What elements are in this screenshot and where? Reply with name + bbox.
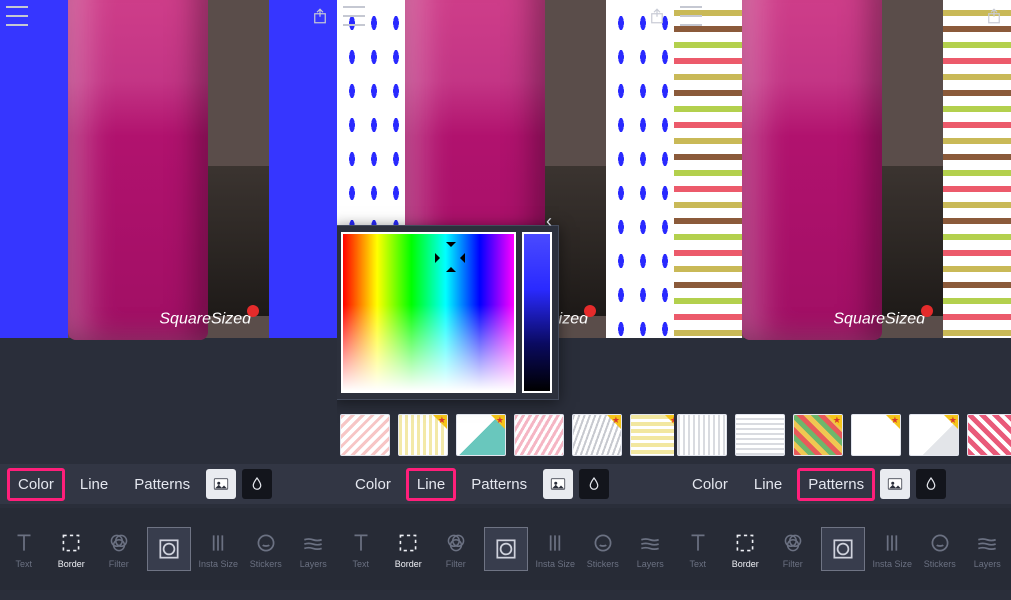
tool-shape[interactable]: [147, 527, 191, 571]
pattern-thumb[interactable]: ★: [851, 414, 901, 456]
watermark: SquareSized: [159, 305, 259, 328]
tab-color[interactable]: Color: [345, 469, 401, 500]
share-icon[interactable]: [983, 6, 1005, 26]
pattern-thumb[interactable]: ★: [909, 414, 959, 456]
preview-area: SquareSized: [0, 0, 337, 338]
picker-cursor[interactable]: [439, 246, 461, 268]
watermark: SquareSized: [833, 305, 933, 328]
pattern-thumb[interactable]: [967, 414, 1011, 456]
pattern-thumb[interactable]: ★: [456, 414, 506, 456]
tool-layers[interactable]: Layers: [627, 530, 675, 569]
tool-instasize[interactable]: Insta Size: [195, 530, 243, 569]
pattern-thumb[interactable]: ★: [793, 414, 843, 456]
tool-filter[interactable]: Filter: [769, 530, 817, 569]
photo[interactable]: SquareSized: [742, 0, 943, 338]
image-picker-icon[interactable]: [206, 469, 236, 499]
tab-color[interactable]: Color: [682, 469, 738, 500]
subtab-row: Color Line Patterns: [674, 464, 1011, 504]
tool-border[interactable]: Border: [722, 530, 770, 569]
panel-line: SquareSized ‹: [337, 0, 674, 600]
photo[interactable]: SquareSized: [68, 0, 269, 338]
border-right: [269, 0, 337, 338]
border-left: [0, 0, 68, 338]
eyedropper-icon[interactable]: [579, 469, 609, 499]
tool-instasize[interactable]: Insta Size: [532, 530, 580, 569]
tool-shape[interactable]: [821, 527, 865, 571]
pattern-thumb[interactable]: [514, 414, 564, 456]
toolbar: Text Border Filter Insta Size Stickers L…: [337, 508, 674, 590]
tab-color[interactable]: Color: [8, 469, 64, 500]
border-left: [674, 0, 742, 338]
tool-border[interactable]: Border: [385, 530, 433, 569]
subtab-row: Color Line Patterns: [0, 464, 337, 504]
panel-color: SquareSized Color Line Patterns: [0, 0, 337, 600]
saturation-field[interactable]: [341, 232, 516, 393]
toolbar: Text Border Filter Insta Size Stickers L…: [674, 508, 1011, 590]
tool-text[interactable]: Text: [0, 530, 48, 569]
image-picker-icon[interactable]: [880, 469, 910, 499]
app-root: SquareSized Color Line Patterns: [0, 0, 1011, 600]
tool-layers[interactable]: Layers: [290, 530, 338, 569]
color-picker[interactable]: ‹: [337, 225, 559, 400]
close-icon[interactable]: ‹: [542, 214, 556, 228]
tool-border[interactable]: Border: [48, 530, 96, 569]
pattern-thumb[interactable]: [735, 414, 785, 456]
tool-text[interactable]: Text: [337, 530, 385, 569]
share-icon[interactable]: [309, 6, 331, 26]
hue-slider[interactable]: [522, 232, 552, 393]
tool-shape[interactable]: [484, 527, 528, 571]
toolbar: Text Border Filter Insta Size Stickers L…: [0, 508, 337, 590]
menu-icon[interactable]: [343, 6, 365, 26]
pattern-thumbs: ★ ★ ★: [677, 414, 1008, 456]
eyedropper-icon[interactable]: [916, 469, 946, 499]
menu-icon[interactable]: [6, 6, 28, 26]
tool-text[interactable]: Text: [674, 530, 722, 569]
eyedropper-icon[interactable]: [242, 469, 272, 499]
tab-line[interactable]: Line: [407, 469, 455, 500]
border-right: [606, 0, 674, 338]
menu-icon[interactable]: [680, 6, 702, 26]
pattern-thumb[interactable]: [340, 414, 390, 456]
tool-filter[interactable]: Filter: [95, 530, 143, 569]
tab-line[interactable]: Line: [744, 469, 792, 500]
tab-line[interactable]: Line: [70, 469, 118, 500]
subtab-row: Color Line Patterns: [337, 464, 674, 504]
tool-layers[interactable]: Layers: [964, 530, 1011, 569]
tool-instasize[interactable]: Insta Size: [869, 530, 917, 569]
tool-stickers[interactable]: Stickers: [242, 530, 290, 569]
pattern-thumbs: ★ ★ ★ ★: [340, 414, 671, 456]
share-icon[interactable]: [646, 6, 668, 26]
panel-patterns: SquareSized ★ ★ ★ Color Line Patterns: [674, 0, 1011, 600]
pattern-thumb[interactable]: ★: [630, 414, 674, 456]
tool-filter[interactable]: Filter: [432, 530, 480, 569]
tab-patterns[interactable]: Patterns: [461, 469, 537, 500]
border-right: [943, 0, 1011, 338]
tool-stickers[interactable]: Stickers: [579, 530, 627, 569]
tool-stickers[interactable]: Stickers: [916, 530, 964, 569]
pattern-thumb[interactable]: [677, 414, 727, 456]
tab-patterns[interactable]: Patterns: [798, 469, 874, 500]
preview-area: SquareSized: [674, 0, 1011, 338]
pattern-thumb[interactable]: ★: [398, 414, 448, 456]
tab-patterns[interactable]: Patterns: [124, 469, 200, 500]
pattern-thumb[interactable]: ★: [572, 414, 622, 456]
image-picker-icon[interactable]: [543, 469, 573, 499]
